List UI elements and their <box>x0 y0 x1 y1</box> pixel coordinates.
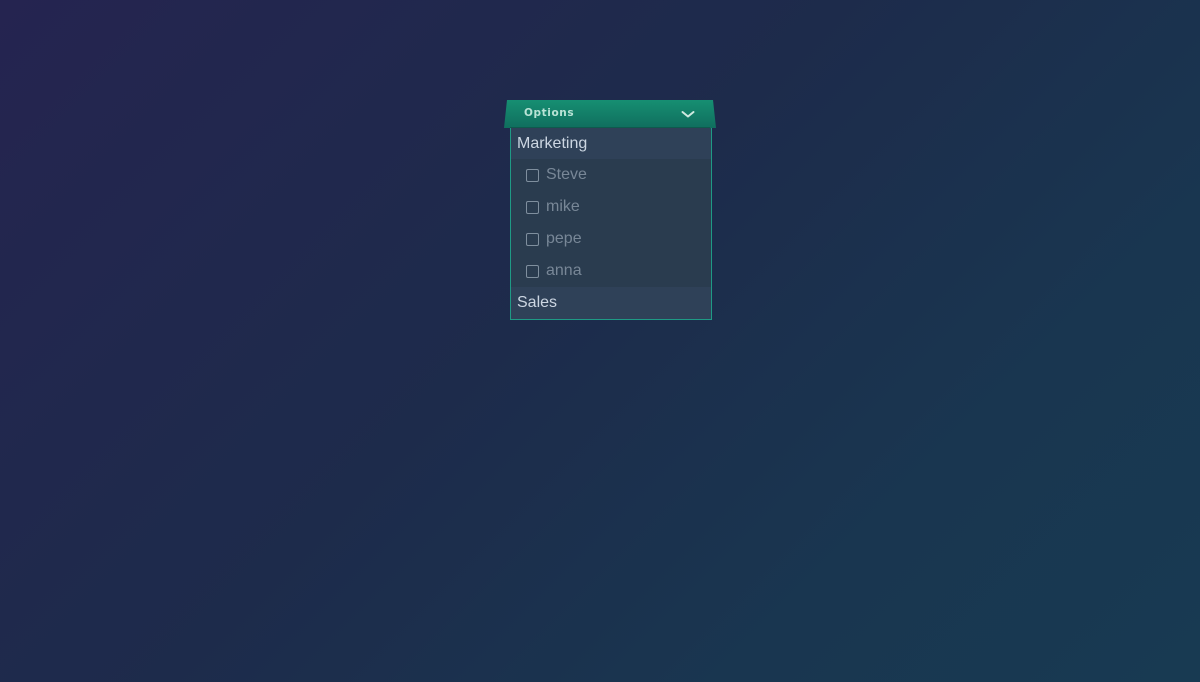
list-item[interactable]: Steve <box>511 159 711 191</box>
checkbox[interactable] <box>526 233 539 246</box>
group-header-marketing[interactable]: Marketing <box>511 128 711 159</box>
group-header-sales[interactable]: Sales <box>511 287 711 319</box>
item-label: anna <box>546 262 582 279</box>
group-items-marketing: Steve mike pepe anna <box>511 159 711 287</box>
list-item[interactable]: anna <box>511 255 711 287</box>
item-label: pepe <box>546 230 582 247</box>
checkbox[interactable] <box>526 201 539 214</box>
checkbox[interactable] <box>526 169 539 182</box>
list-item[interactable]: mike <box>511 191 711 223</box>
item-label: mike <box>546 198 580 215</box>
dropdown-title: Options <box>524 107 575 119</box>
options-dropdown: Options Marketing Steve mike pepe anna S… <box>504 100 716 320</box>
checkbox[interactable] <box>526 265 539 278</box>
chevron-down-icon[interactable] <box>681 110 695 119</box>
dropdown-panel: Marketing Steve mike pepe anna Sales <box>510 128 712 320</box>
item-label: Steve <box>546 166 587 183</box>
dropdown-header[interactable]: Options <box>504 100 716 128</box>
list-item[interactable]: pepe <box>511 223 711 255</box>
